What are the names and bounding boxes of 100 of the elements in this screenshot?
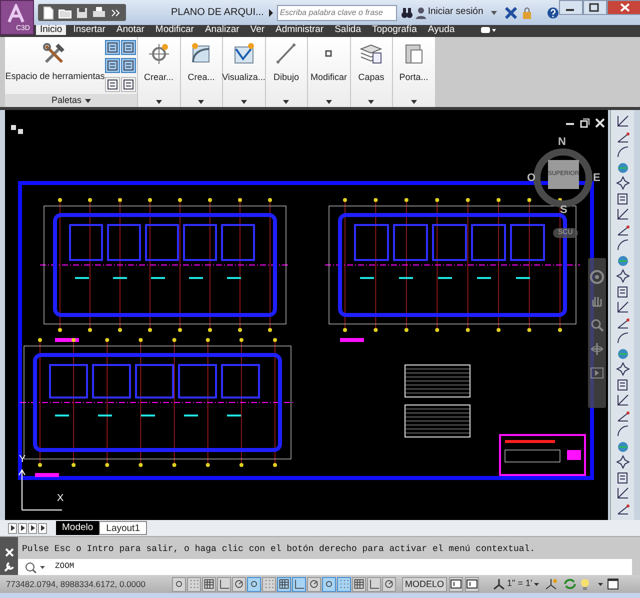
x-logo-icon[interactable]	[505, 6, 518, 18]
ribbon-tab[interactable]: Salida	[330, 25, 366, 35]
caret-icon	[283, 100, 290, 104]
status-toggle-button[interactable]	[202, 576, 216, 592]
status-toggle-button[interactable]	[217, 576, 231, 592]
status-toggle-button[interactable]	[367, 576, 381, 592]
drafting-tool-icon[interactable]	[616, 145, 630, 160]
status-toggle-button[interactable]	[292, 576, 306, 592]
orbit-icon[interactable]	[590, 342, 604, 356]
palette-toggle-button[interactable]	[105, 58, 120, 74]
ribbon-panel-button[interactable]: Modificar	[308, 37, 350, 107]
ribbon-panel-button[interactable]: Dibujo	[266, 37, 308, 107]
drafting-tool-icon[interactable]	[616, 192, 630, 206]
drafting-tool-icon[interactable]	[616, 222, 630, 237]
drafting-tool-icon[interactable]	[616, 455, 630, 470]
showmotion-icon[interactable]	[590, 366, 604, 380]
next-icon[interactable]	[30, 525, 36, 531]
drafting-tool-icon[interactable]	[616, 331, 630, 346]
status-toggle-button[interactable]	[232, 576, 246, 592]
first-page-icon[interactable]	[10, 525, 16, 531]
ribbon-tab[interactable]: Ver	[246, 25, 269, 35]
status-toggle-button[interactable]	[262, 576, 276, 592]
ribbon-tab[interactable]: Anotar	[112, 25, 148, 35]
palette-toggle-button[interactable]	[105, 76, 120, 92]
ribbon-tab[interactable]: Insertar	[69, 25, 110, 35]
ribbon-tab[interactable]: Administrar	[272, 25, 328, 35]
previous-icon[interactable]	[20, 525, 26, 531]
drafting-tool-icon[interactable]	[616, 486, 630, 500]
expand-arrow-icon[interactable]	[268, 8, 274, 16]
ribbon-tab[interactable]: Inicio	[36, 25, 66, 35]
layout-tab[interactable]: Layout1	[99, 521, 147, 535]
caret-icon[interactable]	[598, 582, 604, 586]
ribbon-tab[interactable]: Ayuda	[424, 25, 459, 35]
ribbon-tab[interactable]: Analizar	[200, 25, 244, 35]
palette-toggle-button[interactable]	[121, 58, 136, 74]
palette-toggle-button[interactable]	[121, 40, 136, 55]
drafting-tool-icon[interactable]	[616, 114, 630, 128]
drafting-tool-icon[interactable]	[616, 408, 630, 423]
status-toggle-button[interactable]	[307, 576, 321, 592]
tool-space-button[interactable]: Espacio de herramientas	[5, 37, 105, 94]
search-field[interactable]: Escriba palabra clave o frase	[276, 4, 397, 20]
drafting-tool-icon[interactable]	[616, 378, 630, 392]
drafting-tool-icon[interactable]	[616, 207, 630, 222]
caret-icon[interactable]	[491, 10, 498, 14]
ribbon-tab[interactable]: Topografía	[368, 25, 421, 35]
palette-toggle-button[interactable]	[105, 40, 120, 55]
palettes-panel-button[interactable]: Paletas	[5, 94, 137, 107]
save-icon[interactable]	[75, 6, 89, 20]
pan-hand-icon[interactable]	[590, 294, 604, 308]
drafting-tool-icon[interactable]	[616, 316, 630, 330]
status-toggle-button[interactable]	[277, 576, 291, 592]
steering-wheel-icon[interactable]	[590, 270, 604, 284]
drafting-setting-icon	[368, 577, 380, 591]
status-toggle-button[interactable]	[382, 576, 396, 592]
wrench-icon[interactable]	[4, 562, 14, 572]
drafting-tool-icon[interactable]	[616, 362, 630, 376]
ribbon-panel-button[interactable]: Visualiza...	[223, 37, 266, 107]
clean-screen-icon[interactable]	[607, 578, 620, 590]
status-toggle-button[interactable]	[337, 576, 351, 592]
palette-toggle-button[interactable]	[121, 76, 136, 92]
status-toggle-button[interactable]	[172, 576, 186, 592]
annotation-scale-button[interactable]: 1" = 1'	[493, 577, 540, 591]
zoom-icon[interactable]	[590, 318, 604, 332]
ribbon-panel-button[interactable]: Crear...	[138, 37, 180, 107]
model-space-button[interactable]: MODELO	[402, 576, 448, 592]
ribbon-panel-button[interactable]: Capas	[350, 37, 393, 107]
last-page-icon[interactable]	[40, 525, 46, 531]
layout-icon[interactable]	[450, 578, 462, 590]
drafting-tool-icon[interactable]	[616, 284, 630, 299]
drafting-tool-icon[interactable]	[616, 424, 630, 438]
drafting-tool-icon[interactable]	[616, 176, 630, 190]
ribbon-panel-button[interactable]: Crea...	[180, 37, 223, 107]
print-icon[interactable]	[92, 6, 106, 20]
command-input-field[interactable]: ZOOM	[18, 559, 632, 575]
viewports-icon[interactable]	[466, 578, 478, 590]
status-toggle-button[interactable]	[187, 576, 201, 592]
workspace-sync-icon[interactable]	[563, 578, 578, 590]
sign-in-button[interactable]: Iniciar sesión	[416, 5, 484, 20]
drafting-tool-icon[interactable]	[616, 269, 630, 284]
binoculars-icon[interactable]	[400, 6, 413, 18]
close-icon[interactable]	[595, 118, 605, 128]
new-file-icon[interactable]	[41, 6, 55, 20]
ribbon-tab[interactable]: Modificar	[151, 25, 198, 35]
drafting-tool-icon[interactable]	[616, 502, 630, 516]
status-toggle-button[interactable]	[352, 576, 366, 592]
status-toggle-button[interactable]	[247, 576, 261, 592]
help-icon[interactable]	[547, 6, 560, 18]
ribbon-panel-button[interactable]: Porta...	[393, 37, 436, 107]
lock-icon[interactable]	[521, 6, 534, 18]
lightbulb-icon[interactable]	[580, 578, 590, 590]
annotation-visibility-icon[interactable]	[545, 578, 558, 590]
video-icon[interactable]	[480, 26, 496, 34]
status-toggle-button[interactable]	[322, 576, 336, 592]
drafting-tool-icon[interactable]	[616, 300, 630, 314]
drafting-tool-icon[interactable]	[616, 130, 630, 144]
layout-tab[interactable]: Modelo	[56, 521, 100, 535]
restore-icon[interactable]	[580, 118, 590, 128]
drafting-tool-icon[interactable]	[616, 238, 630, 252]
drafting-tool-icon[interactable]	[616, 470, 630, 485]
drafting-tool-icon[interactable]	[616, 393, 630, 408]
